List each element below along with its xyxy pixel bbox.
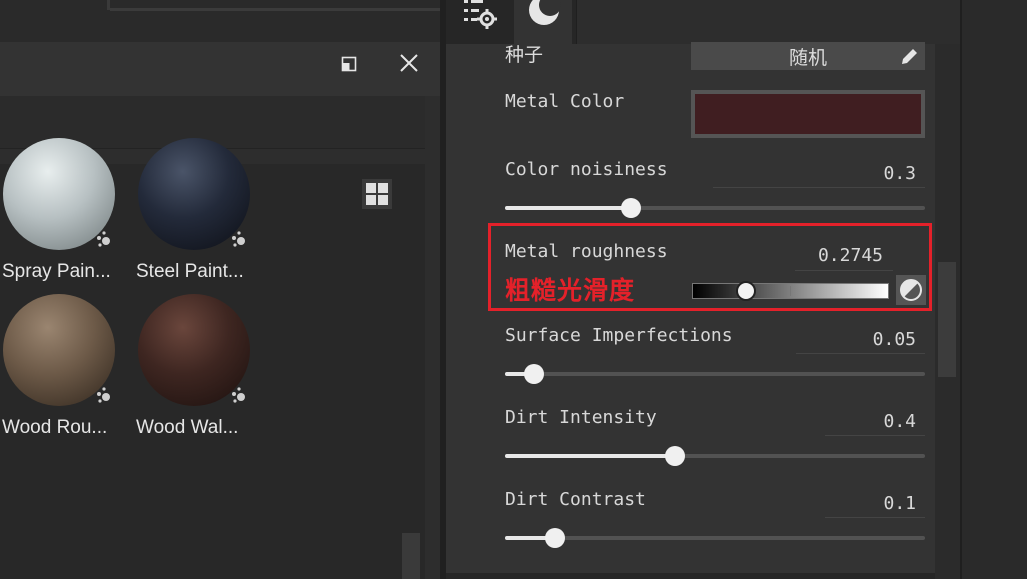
library-header [0,42,440,96]
material-grid: Spray Pain... Steel Paint... Wood Rou...… [0,138,425,579]
material-label: Spray Pain... [2,261,111,282]
dirt-intensity-label: Dirt Intensity [505,407,657,428]
gradient-slider-knob[interactable] [736,281,757,301]
left-tab-strip [0,0,440,42]
close-icon[interactable] [397,51,421,75]
panel-bottom-edge [446,573,935,579]
seed-label: 种子 [505,44,544,66]
surface-imperfections-value[interactable]: 0.05 [796,329,916,350]
color-noisiness-value[interactable]: 0.3 [796,163,916,184]
properties-scrollbar-thumb[interactable] [938,262,956,377]
right-edge-panel [960,0,1027,579]
metal-color-label: Metal Color [505,91,625,112]
dirt-contrast-value[interactable]: 0.1 [796,493,916,514]
slider-knob[interactable] [621,198,641,218]
roughness-annotation: 粗糙光滑度 [505,276,636,305]
material-label: Wood Wal... [136,417,239,438]
metal-roughness-label: Metal roughness [505,241,668,262]
tab-underline [110,8,440,11]
value-underline [825,435,925,436]
tab-material[interactable] [514,0,572,44]
particles-icon [97,387,110,403]
dirt-contrast-label: Dirt Contrast [505,489,646,510]
dirt-intensity-slider[interactable] [505,446,925,466]
slider-fill [505,454,676,458]
value-underline [796,353,925,354]
material-label: Wood Rou... [2,417,108,438]
particles-icon [232,387,245,403]
value-underline [825,517,925,518]
properties-tab-bar [446,0,961,44]
surface-imperfections-slider[interactable] [505,364,925,384]
material-label: Steel Paint... [136,261,244,282]
particles-icon [232,231,245,247]
color-noisiness-label: Color noisiness [505,159,668,180]
gradient-midpoint-tick [790,286,791,296]
random-seed-button[interactable]: 随机 [691,42,925,70]
metal-color-fill [695,94,921,134]
grid-view-icon[interactable] [362,179,392,209]
value-underline [795,270,893,271]
slider-knob[interactable] [665,446,686,466]
random-seed-button-label: 随机 [788,46,827,69]
particles-icon [97,231,110,247]
moon-icon [529,0,561,25]
restore-window-icon[interactable] [337,52,361,76]
invert-roughness-button[interactable] [896,275,926,305]
surface-imperfections-label: Surface Imperfections [505,325,733,346]
value-underline [713,187,925,188]
metal-roughness-value[interactable]: 0.2745 [763,245,883,266]
dirt-intensity-value[interactable]: 0.4 [796,411,916,432]
invert-icon [900,279,922,301]
tab-bar-empty [576,0,961,44]
library-scrollbar[interactable] [402,533,420,579]
pencil-icon [902,49,917,64]
slider-fill [505,206,631,210]
color-noisiness-slider[interactable] [505,198,925,218]
dirt-contrast-slider[interactable] [505,528,925,548]
settings-list-icon [464,0,497,29]
tab-settings-list[interactable] [460,0,498,40]
metal-color-swatch[interactable] [691,90,925,138]
